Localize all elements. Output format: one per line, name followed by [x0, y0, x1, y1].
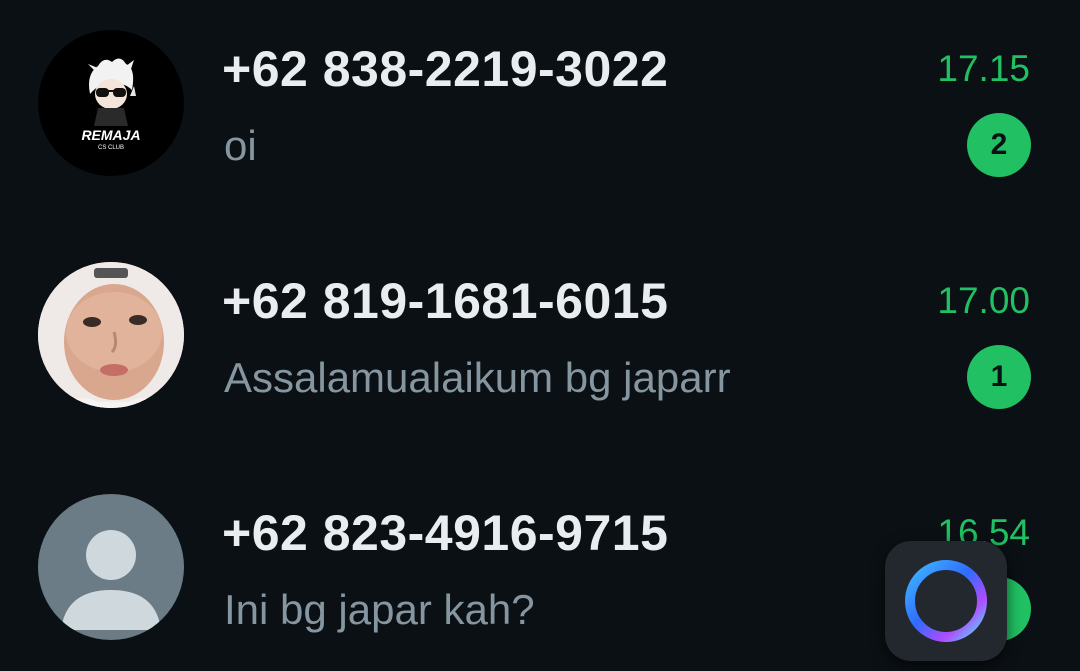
- contact-avatar[interactable]: [38, 494, 184, 640]
- selfie-photo-icon: [38, 262, 184, 408]
- message-time: 17.15: [937, 48, 1030, 89]
- message-preview: Ini bg japar kah?: [224, 586, 535, 633]
- chat-row[interactable]: +62 819-1681-6015 Assalamualaikum bg jap…: [0, 232, 1080, 464]
- chat-row[interactable]: REMAJA CS CLUB +62 838-2219-3022 oi 17.1…: [0, 0, 1080, 232]
- contact-name: +62 823-4916-9715: [222, 505, 669, 561]
- unread-count-badge: 1: [967, 345, 1031, 409]
- contact-name: +62 819-1681-6015: [222, 273, 669, 329]
- avatar-logo-text: REMAJA: [81, 127, 140, 143]
- contact-avatar[interactable]: [38, 262, 184, 408]
- contact-avatar[interactable]: REMAJA CS CLUB: [38, 30, 184, 176]
- floating-assistant-bubble[interactable]: [885, 541, 1007, 661]
- message-preview: oi: [224, 122, 257, 169]
- anime-character-logo-icon: REMAJA CS CLUB: [38, 30, 184, 176]
- assistant-ring-icon: [905, 560, 987, 642]
- chat-list: REMAJA CS CLUB +62 838-2219-3022 oi 17.1…: [0, 0, 1080, 671]
- default-person-icon: [38, 494, 184, 640]
- avatar-logo-subtext: CS CLUB: [98, 145, 124, 151]
- message-preview: Assalamualaikum bg japarr: [224, 354, 731, 401]
- unread-count-badge: 2: [967, 113, 1031, 177]
- contact-name: +62 838-2219-3022: [222, 41, 669, 97]
- message-time: 17.00: [937, 280, 1030, 321]
